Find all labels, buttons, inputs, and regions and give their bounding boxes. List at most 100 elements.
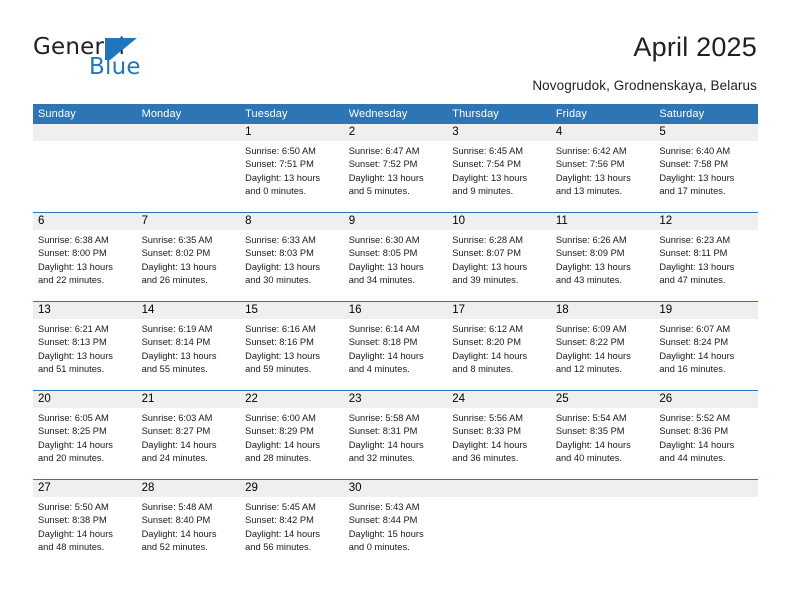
day-cell-4[interactable]: Sunrise: 6:42 AM Sunset: 7:56 PM Daylight:… (551, 141, 655, 212)
day-cell-2[interactable]: Sunrise: 6:47 AM Sunset: 7:52 PM Daylight:… (344, 141, 448, 212)
day-info-line: and 30 minutes. (245, 274, 312, 285)
week-date-number-row: 13 14 15 16 17 18 19 (33, 302, 758, 319)
calendar-grid: Sunday Monday Tuesday Wednesday Thursday Frid… (33, 104, 758, 568)
day-cell-12[interactable]: Sunrise: 6:23 AM Sunset: 8:11 PM Daylight:… (654, 230, 758, 301)
day-cell-18[interactable]: Sunrise: 6:09 AM Sunset: 8:22 PM Daylight:… (551, 319, 655, 390)
day-number-3[interactable]: 3 (447, 124, 551, 141)
day-cell-5[interactable]: Sunrise: 6:40 AM Sunset: 7:58 PM Daylight:… (654, 141, 758, 212)
day-cell-29[interactable]: Sunrise: 5:45 AM Sunset: 8:42 PM Daylight:… (240, 497, 344, 568)
day-number-30[interactable]: 30 (344, 480, 448, 497)
day-number-14[interactable]: 14 (137, 302, 241, 319)
day-cell-11[interactable]: Sunrise: 6:26 AM Sunset: 8:09 PM Daylight:… (551, 230, 655, 301)
day-cell-7[interactable]: Sunrise: 6:35 AM Sunset: 8:02 PM Daylight:… (137, 230, 241, 301)
day-number-13[interactable]: 13 (33, 302, 137, 319)
day-number-22[interactable]: 22 (240, 391, 344, 408)
day-cell-25[interactable]: Sunrise: 5:54 AM Sunset: 8:35 PM Daylight:… (551, 408, 655, 479)
day-cell-9[interactable]: Sunrise: 6:30 AM Sunset: 8:05 PM Daylight:… (344, 230, 448, 301)
day-info-line: and 17 minutes. (659, 185, 726, 196)
day-info-line: and 9 minutes. (452, 185, 514, 196)
day-number-26[interactable]: 26 (654, 391, 758, 408)
day-info-line: Sunrise: 6:07 AM (659, 324, 731, 334)
day-number-4[interactable]: 4 (551, 124, 655, 141)
day-cell-30[interactable]: Sunrise: 5:43 AM Sunset: 8:44 PM Daylight:… (344, 497, 448, 568)
day-cell-empty (137, 141, 241, 212)
day-cell-23[interactable]: Sunrise: 5:58 AM Sunset: 8:31 PM Daylight:… (344, 408, 448, 479)
day-number-5[interactable]: 5 (654, 124, 758, 141)
day-info-line: Daylight: 13 hours (348, 261, 424, 272)
day-number-28[interactable]: 28 (137, 480, 241, 497)
day-cell-24[interactable]: Sunrise: 5:56 AM Sunset: 8:33 PM Daylight:… (447, 408, 551, 479)
day-info-line: Sunrise: 6:26 AM (555, 235, 627, 245)
day-info-line: Daylight: 13 hours (141, 261, 217, 272)
day-number-12[interactable]: 12 (654, 213, 758, 230)
day-cell-19[interactable]: Sunrise: 6:07 AM Sunset: 8:24 PM Daylight:… (654, 319, 758, 390)
day-info-line: Sunrise: 6:40 AM (659, 146, 731, 156)
day-number-20[interactable]: 20 (33, 391, 137, 408)
day-number-29[interactable]: 29 (240, 480, 344, 497)
day-cell-17[interactable]: Sunrise: 6:12 AM Sunset: 8:20 PM Daylight:… (447, 319, 551, 390)
day-cell-14[interactable]: Sunrise: 6:19 AM Sunset: 8:14 PM Daylight:… (137, 319, 241, 390)
day-number-17[interactable]: 17 (447, 302, 551, 319)
day-info-line: Sunrise: 6:19 AM (141, 324, 213, 334)
calendar-week-row: 20 21 22 23 24 25 26 Sunrise: 6:05 AM Sunset: 8:… (33, 390, 758, 479)
day-info-line: Daylight: 13 hours (348, 172, 424, 183)
day-number-24[interactable]: 24 (447, 391, 551, 408)
day-info-line: Daylight: 13 hours (555, 172, 631, 183)
day-info-line: Sunrise: 5:43 AM (348, 502, 420, 512)
day-info-line: Sunrise: 5:45 AM (245, 502, 316, 512)
day-number-19[interactable]: 19 (654, 302, 758, 319)
day-number-15[interactable]: 15 (240, 302, 344, 319)
day-info-line: and 26 minutes. (141, 274, 208, 285)
day-info-line: Daylight: 13 hours (141, 350, 217, 361)
day-info-line: Daylight: 14 hours (555, 439, 631, 450)
day-info-line: Sunset: 8:00 PM (38, 248, 107, 259)
day-info-line: Daylight: 13 hours (452, 172, 528, 183)
day-info-line: Sunset: 8:03 PM (245, 248, 314, 259)
day-cell-22[interactable]: Sunrise: 6:00 AM Sunset: 8:29 PM Daylight:… (240, 408, 344, 479)
day-number-23[interactable]: 23 (344, 391, 448, 408)
day-cell-10[interactable]: Sunrise: 6:28 AM Sunset: 8:07 PM Daylight:… (447, 230, 551, 301)
calendar-week-row: 27 28 29 30 Sunrise: 5:50 AM Sunset: 8:38 PM D… (33, 479, 758, 568)
day-cell-1[interactable]: Sunrise: 6:50 AM Sunset: 7:51 PM Daylight:… (240, 141, 344, 212)
day-number-16[interactable]: 16 (344, 302, 448, 319)
day-number-empty (551, 480, 655, 497)
day-cell-16[interactable]: Sunrise: 6:14 AM Sunset: 8:18 PM Daylight:… (344, 319, 448, 390)
day-info-line: Sunset: 8:14 PM (141, 337, 211, 348)
day-cell-13[interactable]: Sunrise: 6:21 AM Sunset: 8:13 PM Daylight:… (33, 319, 137, 390)
day-cell-3[interactable]: Sunrise: 6:45 AM Sunset: 7:54 PM Daylight:… (447, 141, 551, 212)
day-number-2[interactable]: 2 (344, 124, 448, 141)
brand-logo[interactable]: General Blue (33, 34, 273, 90)
day-info-line: and 52 minutes. (141, 541, 208, 552)
day-number-11[interactable]: 11 (551, 213, 655, 230)
day-number-27[interactable]: 27 (33, 480, 137, 497)
day-cell-26[interactable]: Sunrise: 5:52 AM Sunset: 8:36 PM Daylight:… (654, 408, 758, 479)
day-number-9[interactable]: 9 (344, 213, 448, 230)
week-date-number-row: 20 21 22 23 24 25 26 (33, 391, 758, 408)
day-number-25[interactable]: 25 (551, 391, 655, 408)
day-info-line: and 56 minutes. (245, 541, 312, 552)
day-cell-27[interactable]: Sunrise: 5:50 AM Sunset: 8:38 PM Daylight:… (33, 497, 137, 568)
day-info-line: Sunset: 8:16 PM (245, 337, 314, 348)
day-number-6[interactable]: 6 (33, 213, 137, 230)
day-cell-20[interactable]: Sunrise: 6:05 AM Sunset: 8:25 PM Daylight:… (33, 408, 137, 479)
day-info-line: Sunrise: 6:47 AM (348, 146, 420, 156)
day-number-10[interactable]: 10 (447, 213, 551, 230)
day-number-1[interactable]: 1 (240, 124, 344, 141)
day-info-line: and 13 minutes. (555, 185, 622, 196)
day-cell-6[interactable]: Sunrise: 6:38 AM Sunset: 8:00 PM Daylight:… (33, 230, 137, 301)
day-cell-8[interactable]: Sunrise: 6:33 AM Sunset: 8:03 PM Daylight:… (240, 230, 344, 301)
day-info-line: Sunset: 8:05 PM (348, 248, 418, 259)
day-info-line: and 0 minutes. (348, 541, 410, 552)
day-number-21[interactable]: 21 (137, 391, 241, 408)
day-info-line: Sunrise: 6:35 AM (141, 235, 213, 245)
day-cell-28[interactable]: Sunrise: 5:48 AM Sunset: 8:40 PM Daylight:… (137, 497, 241, 568)
day-info-line: Daylight: 14 hours (245, 528, 321, 539)
day-cell-21[interactable]: Sunrise: 6:03 AM Sunset: 8:27 PM Daylight:… (137, 408, 241, 479)
day-info-line: Sunrise: 6:14 AM (348, 324, 420, 334)
day-info-line: Daylight: 14 hours (141, 528, 217, 539)
day-cell-15[interactable]: Sunrise: 6:16 AM Sunset: 8:16 PM Daylight:… (240, 319, 344, 390)
day-number-7[interactable]: 7 (137, 213, 241, 230)
week-date-number-row: 6 7 8 9 10 11 12 (33, 213, 758, 230)
day-number-18[interactable]: 18 (551, 302, 655, 319)
day-number-8[interactable]: 8 (240, 213, 344, 230)
